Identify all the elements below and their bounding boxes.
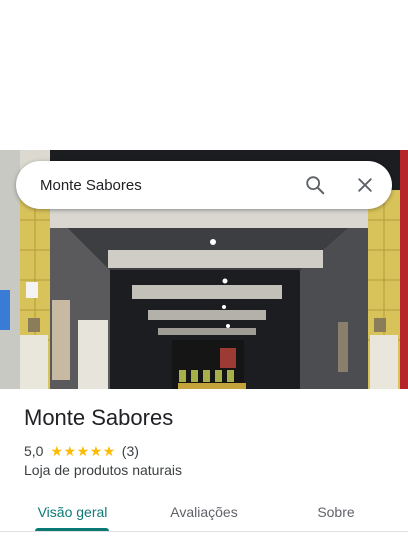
star-icon: ★ xyxy=(102,443,116,459)
star-icon: ★ xyxy=(76,443,90,459)
active-tab-indicator xyxy=(35,528,109,531)
search-icon[interactable] xyxy=(303,173,327,197)
rating-value: 5,0 xyxy=(24,443,44,459)
place-title: Monte Sabores xyxy=(24,405,174,430)
place-category[interactable]: Loja de produtos naturais xyxy=(24,462,182,478)
star-icon: ★ xyxy=(63,443,77,459)
blank-area xyxy=(0,0,408,150)
search-bar xyxy=(16,161,392,209)
rating-row: 5,0 ★ ★ ★ ★ ★ (3) xyxy=(24,442,139,460)
rating-stars: ★ ★ ★ ★ ★ xyxy=(50,444,115,458)
tab-reviews[interactable]: Avaliações xyxy=(150,492,258,531)
search-input[interactable] xyxy=(40,173,280,197)
tab-bar: Visão geral Avaliações Sobre xyxy=(0,492,408,532)
tab-about[interactable]: Sobre xyxy=(296,492,376,531)
star-icon: ★ xyxy=(50,443,64,459)
star-icon: ★ xyxy=(89,443,103,459)
tab-overview[interactable]: Visão geral xyxy=(22,492,123,531)
close-icon[interactable] xyxy=(353,173,377,197)
review-count-link[interactable]: (3) xyxy=(122,443,139,459)
